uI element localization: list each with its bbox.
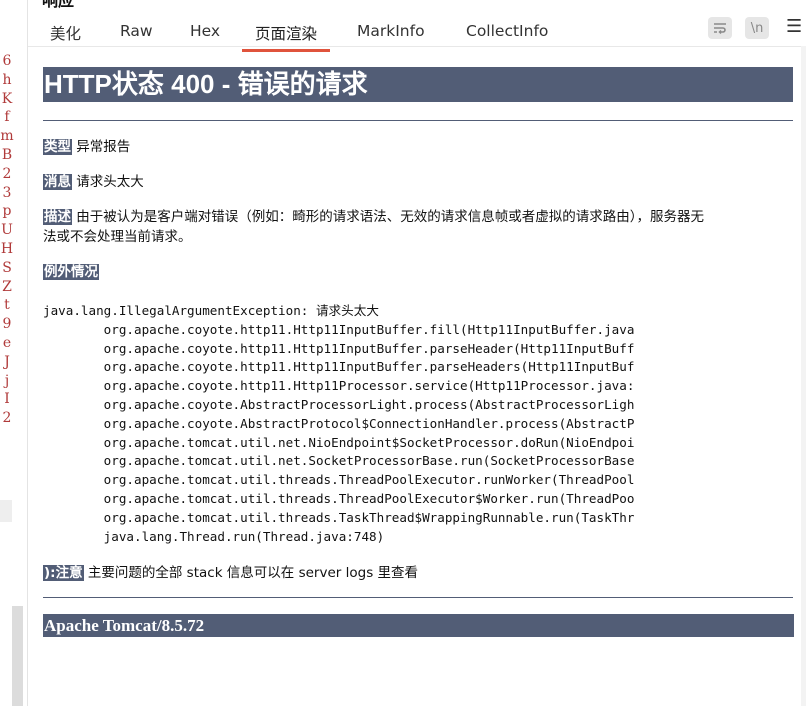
description-label: 描述: [43, 209, 72, 225]
tab-raw[interactable]: Raw: [120, 22, 153, 46]
note-label: ):注意: [43, 565, 84, 581]
gutter-characters: 6 hKfmB 2 3 pUHSZt 9eJjI 2: [0, 52, 14, 428]
trace-line: org.apache.coyote.AbstractProcessorLight…: [43, 396, 635, 412]
header-divider: [28, 46, 806, 47]
exception-label: 例外情况: [43, 264, 99, 280]
tab-beautify[interactable]: 美化: [50, 22, 81, 46]
wrap-glyph: [714, 23, 726, 34]
gutter-char: 2: [2, 165, 12, 182]
stack-trace: java.lang.IllegalArgumentException: 请求头太…: [43, 302, 805, 546]
gutter-char: 6: [2, 53, 12, 69]
message-row: 消息 请求头太大: [43, 172, 144, 192]
gutter-char: j: [4, 372, 10, 389]
gutter-char: U: [1, 222, 13, 239]
trace-line: org.apache.coyote.http11.Http11InputBuff…: [43, 359, 635, 375]
trace-line: org.apache.coyote.AbstractProtocol$Conne…: [43, 415, 635, 431]
gutter-char: m: [0, 128, 14, 145]
newline-toggle-button[interactable]: \n: [745, 17, 769, 39]
tab-collectinfo[interactable]: CollectInfo: [466, 22, 548, 46]
trace-line: java.lang.IllegalArgumentException: 请求头太…: [43, 303, 379, 318]
gutter-char: Z: [2, 278, 12, 295]
description-line1: 由于被认为是客户端对错误（例如：畸形的请求语法、无效的请求信息帧或者虚拟的请求路…: [76, 209, 705, 225]
menu-icon[interactable]: ☰: [786, 16, 802, 37]
gutter-char: p: [2, 203, 12, 220]
tab-hex[interactable]: Hex: [190, 22, 220, 46]
tab-page-render[interactable]: 页面渲染: [241, 22, 331, 52]
exception-row: 例外情况: [43, 262, 99, 282]
trace-line: org.apache.tomcat.util.net.SocketProcess…: [43, 453, 635, 469]
gutter-char: H: [0, 240, 14, 257]
trace-line: org.apache.coyote.http11.Http11InputBuff…: [43, 321, 635, 337]
note-row: ):注意 主要问题的全部 stack 信息可以在 server logs 里查看: [43, 563, 418, 583]
trace-line: org.apache.tomcat.util.net.NioEndpoint$S…: [43, 434, 635, 450]
content-scrollbar[interactable]: [801, 46, 806, 706]
tab-markinfo[interactable]: MarkInfo: [357, 22, 425, 46]
trace-line: org.apache.coyote.http11.Http11InputBuff…: [43, 340, 635, 356]
note-value: 主要问题的全部 stack 信息可以在 server logs 里查看: [87, 565, 419, 581]
trace-line: org.apache.coyote.http11.Http11Processor…: [43, 378, 635, 394]
description-row: 描述 由于被认为是客户端对错误（例如：畸形的请求语法、无效的请求信息帧或者虚拟的…: [43, 207, 793, 247]
gutter-char: t: [4, 297, 10, 314]
gutter-char: h: [2, 71, 12, 88]
gutter-char: 9: [2, 316, 12, 333]
gutter-char: e: [2, 334, 12, 351]
type-value: 异常报告: [76, 139, 131, 155]
divider-top: [43, 120, 793, 121]
message-label: 消息: [43, 174, 72, 190]
server-footer: Apache Tomcat/8.5.72: [43, 614, 794, 637]
gutter-char: I: [4, 391, 10, 408]
gutter-scrollbar-thumb[interactable]: [12, 606, 23, 706]
trace-line: java.lang.Thread.run(Thread.java:748): [43, 528, 385, 544]
wrap-icon[interactable]: [708, 17, 732, 39]
newline-label: \n: [750, 20, 764, 36]
message-value: 请求头太大: [76, 174, 144, 190]
gutter-char: S: [2, 259, 12, 276]
gutter-char: B: [1, 146, 13, 163]
panel-title: 响应: [42, 0, 75, 10]
response-tabs: 美化 Raw Hex 页面渲染 MarkInfo CollectInfo: [28, 14, 728, 52]
divider-bottom: [43, 597, 793, 598]
type-row: 类型 异常报告: [43, 137, 130, 157]
gutter-char: J: [4, 353, 10, 370]
gutter-char: K: [1, 90, 13, 107]
left-gutter: 6 hKfmB 2 3 pUHSZt 9eJjI 2: [0, 0, 28, 706]
gutter-char: f: [4, 109, 10, 126]
trace-line: org.apache.tomcat.util.threads.ThreadPoo…: [43, 490, 635, 506]
trace-line: org.apache.tomcat.util.threads.ThreadPoo…: [43, 472, 635, 488]
gutter-scroll-track[interactable]: [0, 500, 12, 522]
trace-line: org.apache.tomcat.util.threads.TaskThrea…: [43, 509, 635, 525]
description-line2: 法或不会处理当前请求。: [43, 229, 192, 245]
type-label: 类型: [43, 139, 72, 155]
gutter-char: 3: [2, 184, 12, 201]
gutter-char: 2: [2, 410, 12, 427]
error-heading: HTTP状态 400 - 错误的请求: [43, 67, 793, 102]
